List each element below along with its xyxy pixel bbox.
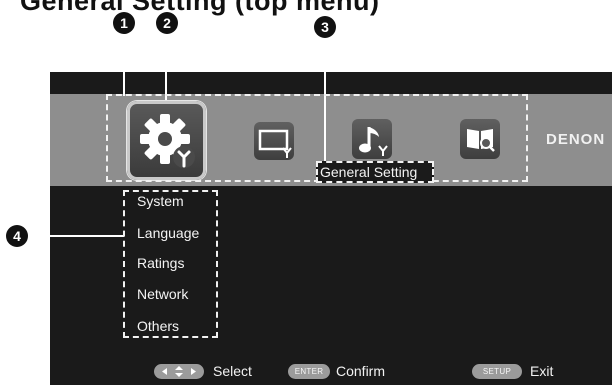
manual-page: General Setting (top menu) 1 2 3 4 DENON… (0, 0, 612, 385)
enter-key-icon: ENTER (288, 364, 330, 379)
menu-label-general-setting: General Setting (320, 164, 418, 180)
footer-select-label: Select (213, 363, 252, 379)
brand-logo: DENON (546, 131, 606, 148)
page-title: General Setting (top menu) (20, 0, 380, 16)
footer-confirm-label: Confirm (336, 363, 386, 379)
callout-3-badge: 3 (314, 16, 336, 38)
submenu-item-language[interactable]: Language (137, 225, 199, 241)
setup-key-icon: SETUP (472, 364, 522, 379)
submenu-item-others[interactable]: Others (137, 318, 179, 334)
callout-4-badge: 4 (6, 225, 28, 247)
arrow-keys-icon (154, 364, 204, 379)
submenu-item-ratings[interactable]: Ratings (137, 255, 184, 271)
callout-1-badge: 1 (113, 12, 135, 34)
callout-4-leader (28, 235, 124, 237)
callout-1-leader (123, 34, 125, 96)
footer-exit-label: Exit (530, 363, 554, 379)
callout-2-badge: 2 (156, 12, 178, 34)
submenu-item-network[interactable]: Network (137, 286, 188, 302)
submenu-item-system[interactable]: System (137, 193, 184, 209)
